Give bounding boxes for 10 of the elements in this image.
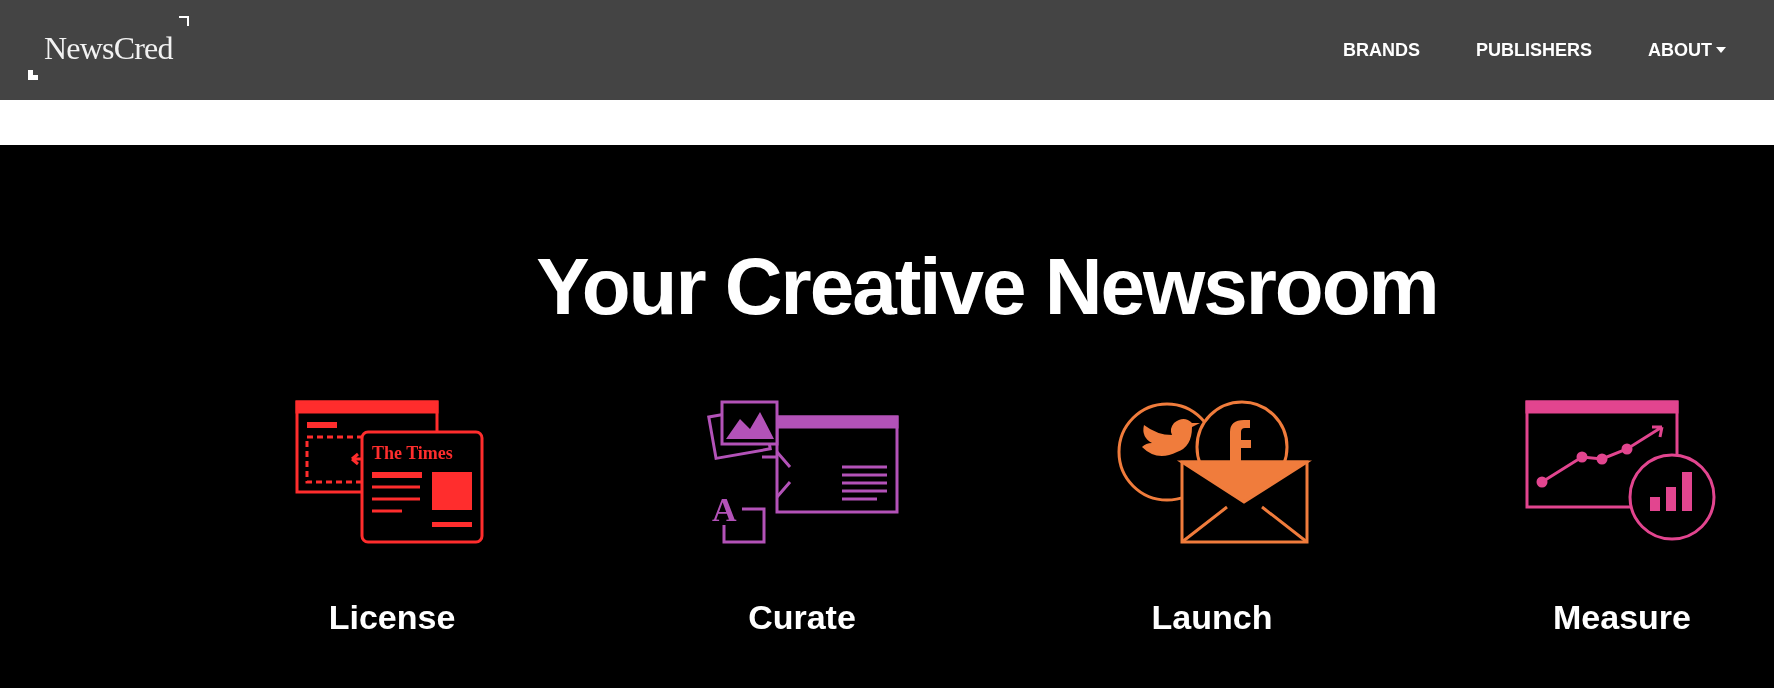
feature-label: Launch	[1151, 597, 1273, 638]
hero-title: Your Creative Newsroom	[536, 241, 1438, 333]
feature-label: Measure	[1553, 597, 1691, 638]
nav-link[interactable]: ABOUT	[1648, 36, 1726, 64]
feature-label: License	[328, 597, 456, 638]
feature-label: Curate	[748, 597, 856, 638]
nav-link[interactable]: BRANDS	[1342, 36, 1420, 64]
logo[interactable]: NewsCred	[24, 16, 189, 84]
caret-icon	[1716, 47, 1726, 53]
nav-link[interactable]: PUBLISHERS	[1476, 36, 1592, 64]
